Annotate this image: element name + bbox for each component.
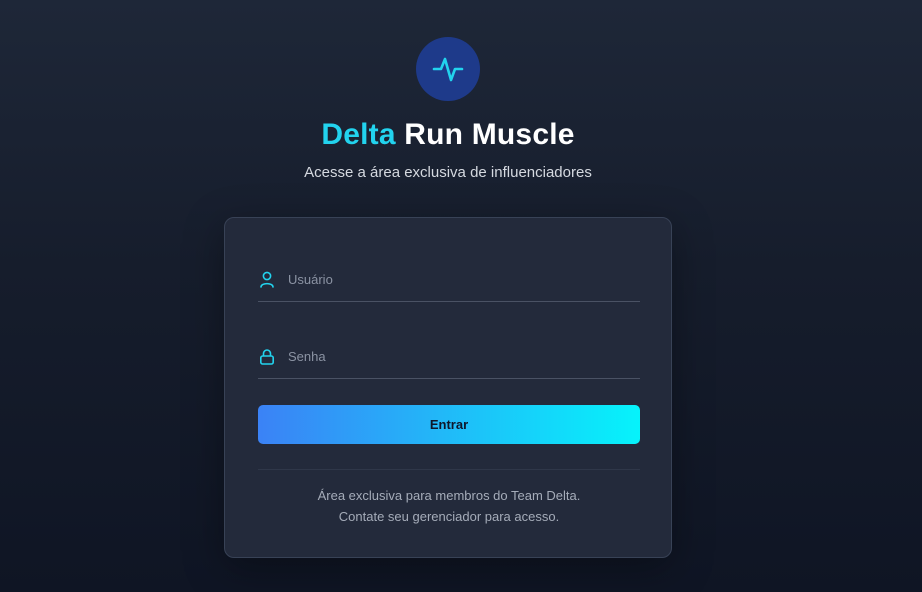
- username-field: [258, 258, 640, 302]
- footer-note-line2: Contate seu gerenciador para acesso.: [338, 509, 560, 524]
- footer-note-line1: Área exclusiva para membros do Team Delt…: [317, 488, 581, 503]
- brand-logo: [416, 37, 480, 101]
- title-accent: Delta: [321, 118, 396, 151]
- username-input[interactable]: [288, 272, 628, 287]
- title-rest: Run Muscle: [404, 118, 575, 151]
- page-subtitle: Acesse a área exclusiva de influenciador…: [304, 164, 592, 181]
- login-card: Entrar Área exclusiva para membros do Te…: [224, 217, 672, 558]
- password-input[interactable]: [288, 349, 628, 364]
- lock-icon: [258, 348, 276, 366]
- card-divider: [258, 469, 640, 470]
- login-button[interactable]: Entrar: [258, 405, 640, 444]
- password-field: [258, 335, 640, 379]
- user-icon: [258, 271, 276, 289]
- pulse-icon: [432, 57, 464, 82]
- page-title: Delta Run Muscle: [0, 118, 896, 152]
